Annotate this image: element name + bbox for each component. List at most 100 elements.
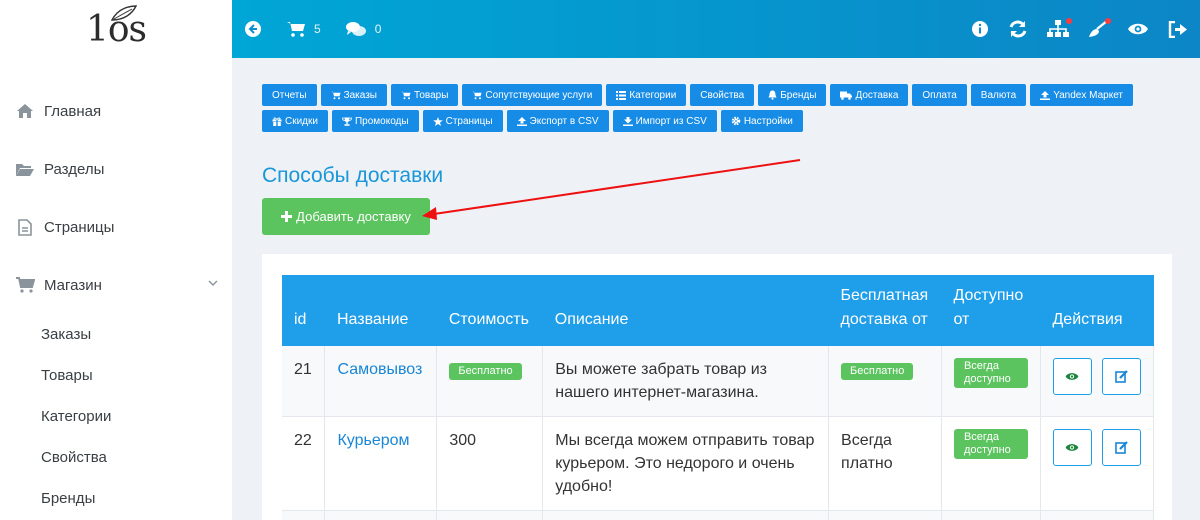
sidebar-item-home[interactable]: Главная bbox=[0, 82, 232, 140]
list-icon bbox=[616, 90, 627, 100]
status-badge: Бесплатно bbox=[841, 363, 914, 380]
quick-nav-brands[interactable]: Бренды bbox=[758, 84, 827, 106]
view-button[interactable] bbox=[1052, 429, 1092, 466]
table-row: 22 Курьером 300 Мы всегда можем отправит… bbox=[282, 416, 1155, 511]
cell-free-from: Всегда платно bbox=[828, 416, 942, 511]
quick-nav-orders[interactable]: Заказы bbox=[320, 84, 387, 106]
table-header-row: id Название Стоимость Описание Бесплатна… bbox=[282, 275, 1154, 346]
top-bar: 5 0 bbox=[232, 0, 1200, 58]
cell-actions bbox=[1040, 416, 1155, 511]
quick-nav-payment[interactable]: Оплата bbox=[912, 84, 967, 106]
sidebar-subitem-brands[interactable]: Бренды bbox=[0, 478, 232, 519]
eye-icon bbox=[1066, 373, 1079, 380]
status-badge: Всегда доступно bbox=[953, 429, 1028, 459]
sidebar: 1os Главная Разделы Страницы Магазин Зак… bbox=[0, 0, 232, 520]
th-free-from: Бесплатная доставка от bbox=[828, 275, 942, 346]
quick-nav-promocodes[interactable]: Промокоды bbox=[331, 110, 419, 132]
bell-icon bbox=[768, 90, 777, 100]
refresh-icon[interactable] bbox=[1008, 20, 1028, 38]
sidebar-item-label: Разделы bbox=[44, 160, 105, 178]
cell-actions bbox=[1040, 346, 1155, 417]
delivery-name-link[interactable]: Самовывоз bbox=[337, 361, 422, 378]
quick-nav-import-csv[interactable]: Импорт из CSV bbox=[612, 110, 717, 132]
cell-name: Самовывоз bbox=[324, 346, 438, 417]
edit-button[interactable] bbox=[1101, 429, 1141, 466]
edit-icon bbox=[1115, 370, 1128, 383]
status-badge: Бесплатно bbox=[449, 363, 522, 380]
sidebar-subitem-orders[interactable]: Заказы bbox=[0, 314, 232, 355]
comments-counter[interactable]: 0 bbox=[345, 21, 381, 38]
sidebar-subitem-properties[interactable]: Свойства bbox=[0, 437, 232, 478]
sidebar-item-shop[interactable]: Магазин bbox=[0, 256, 232, 314]
th-name[interactable]: Название bbox=[324, 275, 437, 346]
home-icon bbox=[14, 102, 36, 120]
star-icon bbox=[432, 116, 443, 126]
sidebar-subitem-products[interactable]: Товары bbox=[0, 355, 232, 396]
quick-nav-products[interactable]: Товары bbox=[391, 84, 459, 106]
edit-icon bbox=[1115, 441, 1128, 454]
cell-free-from: Бесплатно bbox=[828, 346, 942, 417]
quick-nav-delivery[interactable]: Доставка bbox=[830, 84, 909, 106]
sitemap-icon[interactable] bbox=[1047, 18, 1072, 38]
quick-nav-settings[interactable]: Настройки bbox=[720, 110, 803, 132]
top-bar-actions bbox=[952, 18, 1188, 38]
notification-dot bbox=[1066, 18, 1072, 24]
add-delivery-button[interactable]: Добавить доставку bbox=[262, 198, 430, 235]
quick-nav-pages[interactable]: Страницы bbox=[422, 110, 503, 132]
clean-cache-icon[interactable] bbox=[1088, 18, 1111, 38]
cell-available-from: Всегда доступно bbox=[941, 346, 1041, 417]
info-icon[interactable] bbox=[971, 20, 989, 38]
th-description: Описание bbox=[542, 275, 829, 346]
sidebar-item-label: Главная bbox=[44, 102, 102, 120]
table-row: 21 Самовывоз Бесплатно Вы можете забрать… bbox=[282, 346, 1155, 417]
th-id[interactable]: id bbox=[282, 275, 325, 346]
cell-cost: 300 bbox=[436, 416, 544, 511]
delivery-table: id Название Стоимость Описание Бесплатна… bbox=[282, 275, 1155, 520]
cell-available-from: Всегда доступно bbox=[941, 416, 1041, 511]
sidebar-item-pages[interactable]: Страницы bbox=[0, 198, 232, 256]
quick-nav-currency[interactable]: Валюта bbox=[970, 84, 1027, 106]
quick-nav-services[interactable]: Сопутствующие услуги bbox=[462, 84, 603, 106]
sidebar-item-sections[interactable]: Разделы bbox=[0, 140, 232, 198]
cell-id: 21 bbox=[282, 346, 326, 417]
quick-nav-export-csv[interactable]: Экспорт в CSV bbox=[506, 110, 609, 132]
chevron-down-icon[interactable] bbox=[208, 280, 218, 286]
quick-nav-categories[interactable]: Категории bbox=[606, 84, 687, 106]
view-button[interactable] bbox=[1052, 358, 1092, 395]
quick-nav-discounts[interactable]: Скидки bbox=[262, 110, 328, 132]
cart-icon bbox=[472, 91, 482, 99]
quick-nav: Отчеты Заказы Товары Сопутствующие услуг… bbox=[262, 84, 1142, 136]
cart-icon bbox=[331, 91, 341, 99]
plus-icon bbox=[281, 211, 293, 222]
cell-id: 22 bbox=[282, 416, 326, 511]
th-available-from: Доступно от bbox=[941, 275, 1041, 346]
quick-nav-yandex-market[interactable]: Yandex Маркет bbox=[1030, 84, 1134, 106]
gift-icon bbox=[272, 117, 282, 126]
th-actions: Действия bbox=[1040, 275, 1154, 346]
th-cost[interactable]: Стоимость bbox=[436, 275, 543, 346]
folder-open-icon bbox=[14, 160, 36, 178]
sidebar-item-label: Страницы bbox=[44, 218, 115, 236]
cart-counter[interactable]: 5 bbox=[286, 21, 321, 38]
page-title: Способы доставки bbox=[262, 164, 444, 187]
sidebar-subitem-categories[interactable]: Категории bbox=[0, 396, 232, 437]
notification-dot bbox=[1105, 18, 1111, 24]
back-button[interactable] bbox=[244, 20, 262, 38]
eye-icon[interactable] bbox=[1127, 22, 1149, 36]
upload-icon bbox=[516, 116, 527, 126]
cell-name: Курьером bbox=[324, 416, 438, 511]
logo-text: 1os bbox=[85, 8, 147, 50]
eye-icon bbox=[1066, 444, 1079, 451]
cell-description: Вы можете забрать товар из нашего интерн… bbox=[542, 346, 830, 417]
truck-icon bbox=[840, 91, 853, 100]
edit-button[interactable] bbox=[1101, 358, 1141, 395]
delivery-name-link[interactable]: Курьером bbox=[337, 432, 409, 449]
quick-nav-properties[interactable]: Свойства bbox=[690, 84, 755, 106]
upload-icon bbox=[1040, 90, 1051, 100]
cart-icon bbox=[14, 276, 36, 294]
logo[interactable]: 1os bbox=[0, 0, 232, 58]
gear-icon bbox=[731, 116, 741, 126]
quick-nav-reports[interactable]: Отчеты bbox=[262, 84, 317, 106]
file-icon bbox=[14, 218, 36, 236]
logout-icon[interactable] bbox=[1168, 20, 1188, 38]
